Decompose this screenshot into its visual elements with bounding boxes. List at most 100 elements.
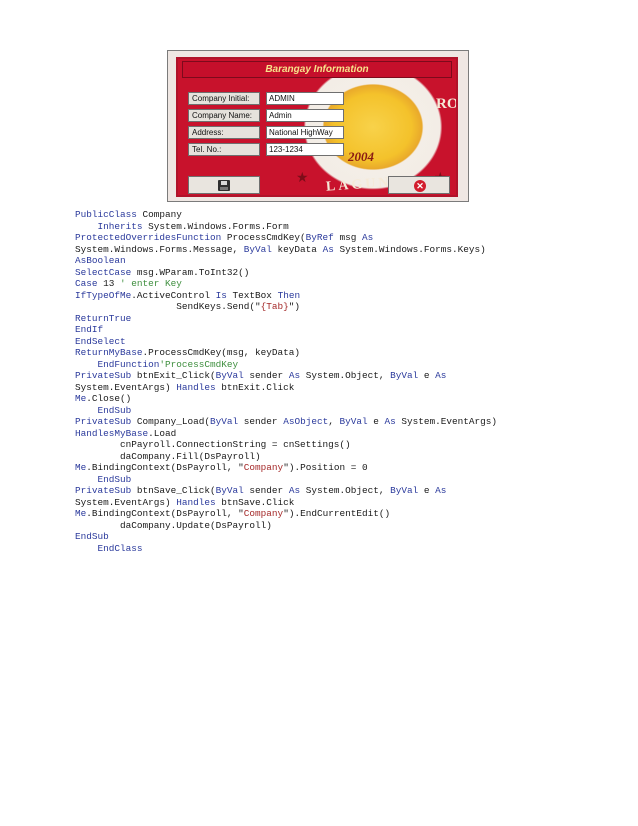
code-token: Me — [75, 393, 87, 404]
code-token: SendKeys.Send(" — [75, 301, 261, 312]
code-line: EndSelect — [75, 336, 595, 348]
code-token: As — [435, 370, 447, 381]
code-token: System.EventArgs) — [395, 416, 498, 427]
code-line: PrivateSub btnSave_Click(ByVal sender As… — [75, 485, 595, 497]
code-line: Me.BindingContext(DsPayroll, "Company").… — [75, 508, 595, 520]
code-token: System.Windows.Forms.Keys) — [333, 243, 486, 255]
code-line: EndSub — [75, 405, 595, 417]
code-token: As — [361, 232, 374, 243]
address-label: Address: — [188, 126, 260, 139]
code-line: IfTypeOfMe.ActiveControl Is TextBox Then — [75, 290, 595, 302]
code-listing: PublicClass Company Inherits System.Wind… — [75, 209, 595, 554]
floppy-disk-icon — [218, 180, 230, 191]
code-token: EndSub — [97, 404, 132, 416]
code-token: ReturnTrue — [75, 312, 132, 324]
code-token: ReturnMyBase — [75, 347, 143, 358]
code-token: As — [288, 370, 301, 381]
code-token: ByVal — [215, 485, 244, 496]
code-token: AsObject — [283, 416, 329, 427]
code-token: ' enter Key — [120, 278, 182, 289]
code-token: EndIf — [75, 324, 104, 335]
company-initial-label: Company Initial: — [188, 92, 260, 105]
code-token: btnExit.Click — [215, 381, 295, 393]
code-token: PrivateSub — [75, 370, 132, 381]
company-name-input[interactable]: Admin — [266, 109, 344, 122]
code-token: .BindingContext(DsPayroll, " — [86, 508, 244, 519]
code-token: ProcessCmdKey( — [221, 232, 306, 243]
code-token: ByVal — [243, 243, 272, 255]
code-token: Company — [243, 508, 284, 519]
code-token: ProtectedOverridesFunction — [75, 232, 222, 243]
code-token: ByVal — [339, 416, 368, 427]
code-line: EndFunction'ProcessCmdKey — [75, 359, 595, 371]
code-line: SendKeys.Send("{Tab}") — [75, 301, 595, 313]
code-token: System.Windows.Forms.Form — [142, 220, 289, 232]
code-token: msg — [333, 232, 362, 243]
code-token: ByVal — [210, 416, 239, 427]
code-token: e — [367, 416, 385, 427]
code-token: Company_Load( — [131, 416, 211, 427]
code-token: Company — [243, 462, 284, 473]
code-token: 'ProcessCmdKey — [159, 358, 239, 370]
code-line: Me.BindingContext(DsPayroll, "Company").… — [75, 462, 595, 474]
code-token: .BindingContext(DsPayroll, " — [86, 462, 244, 473]
code-token: EndSub — [75, 531, 109, 542]
exit-button[interactable]: ✕ — [388, 176, 450, 194]
seal-text-right: RO — [436, 96, 458, 112]
tel-no-input[interactable]: 123-1234 — [266, 143, 344, 156]
code-token: btnSave.Click — [215, 496, 295, 508]
code-token: ByVal — [390, 370, 419, 381]
code-token: ByRef — [305, 232, 334, 243]
code-token: EndClass — [97, 542, 143, 554]
code-token: ").EndCurrentEdit() — [283, 508, 391, 519]
code-token: System.Windows.Forms.Message, — [75, 243, 244, 255]
code-token: System.Object, — [300, 370, 391, 381]
code-token: EndSub — [97, 473, 132, 485]
close-icon: ✕ — [414, 180, 426, 192]
code-token: .Load — [148, 427, 177, 439]
code-token: ").Position = 0 — [283, 462, 368, 473]
code-token: TextBox — [226, 289, 278, 301]
code-line: EndIf — [75, 324, 595, 336]
code-line: System.Windows.Forms.Message, ByVal keyD… — [75, 244, 595, 256]
code-line: ProtectedOverridesFunction ProcessCmdKey… — [75, 232, 595, 244]
code-line: EndClass — [75, 543, 595, 555]
seal-star-left-icon: ★ — [296, 169, 309, 185]
code-token: EndSelect — [75, 335, 126, 347]
code-token: btnSave_Click( — [131, 485, 216, 496]
address-input[interactable]: National HighWay — [266, 126, 344, 139]
code-line: cnPayroll.ConnectionString = cnSettings(… — [75, 439, 595, 451]
code-token: PrivateSub — [75, 416, 132, 427]
code-token: msg.WParam.ToInt32() — [131, 266, 250, 278]
code-token: daCompany.Fill(DsPayroll) — [75, 450, 261, 462]
code-line: ReturnTrue — [75, 313, 595, 325]
form-window: Barangay Information RO 2004 LAGUNA ★ ★ … — [176, 57, 458, 197]
code-token: Me — [75, 508, 87, 519]
code-token: As — [322, 243, 334, 255]
code-token: PublicClass — [75, 209, 137, 220]
code-token: EndFunction — [97, 358, 160, 370]
code-line: AsBoolean — [75, 255, 595, 267]
code-token: sender — [243, 370, 289, 381]
code-token: .ActiveControl — [131, 289, 216, 301]
code-token: daCompany.Update(DsPayroll) — [75, 519, 272, 531]
code-line: System.EventArgs) Handles btnSave.Click — [75, 497, 595, 509]
save-button[interactable] — [188, 176, 260, 194]
code-token: .ProcessCmdKey(msg, keyData) — [142, 347, 301, 358]
code-token: , — [328, 416, 340, 427]
code-token: Inherits — [97, 220, 143, 232]
code-token: sender — [243, 485, 289, 496]
code-token: .Close() — [86, 393, 132, 404]
code-line: PublicClass Company — [75, 209, 595, 221]
code-token: keyData — [271, 243, 323, 255]
code-token: As — [384, 416, 396, 427]
code-token: e — [418, 485, 436, 496]
code-token: SelectCase — [75, 266, 132, 278]
company-initial-input[interactable]: ADMIN — [266, 92, 344, 105]
code-token: Is — [215, 289, 227, 301]
code-line: PrivateSub Company_Load(ByVal sender AsO… — [75, 416, 595, 428]
code-line: SelectCase msg.WParam.ToInt32() — [75, 267, 595, 279]
code-token: HandlesMyBase — [75, 427, 149, 439]
code-token: As — [435, 485, 447, 496]
